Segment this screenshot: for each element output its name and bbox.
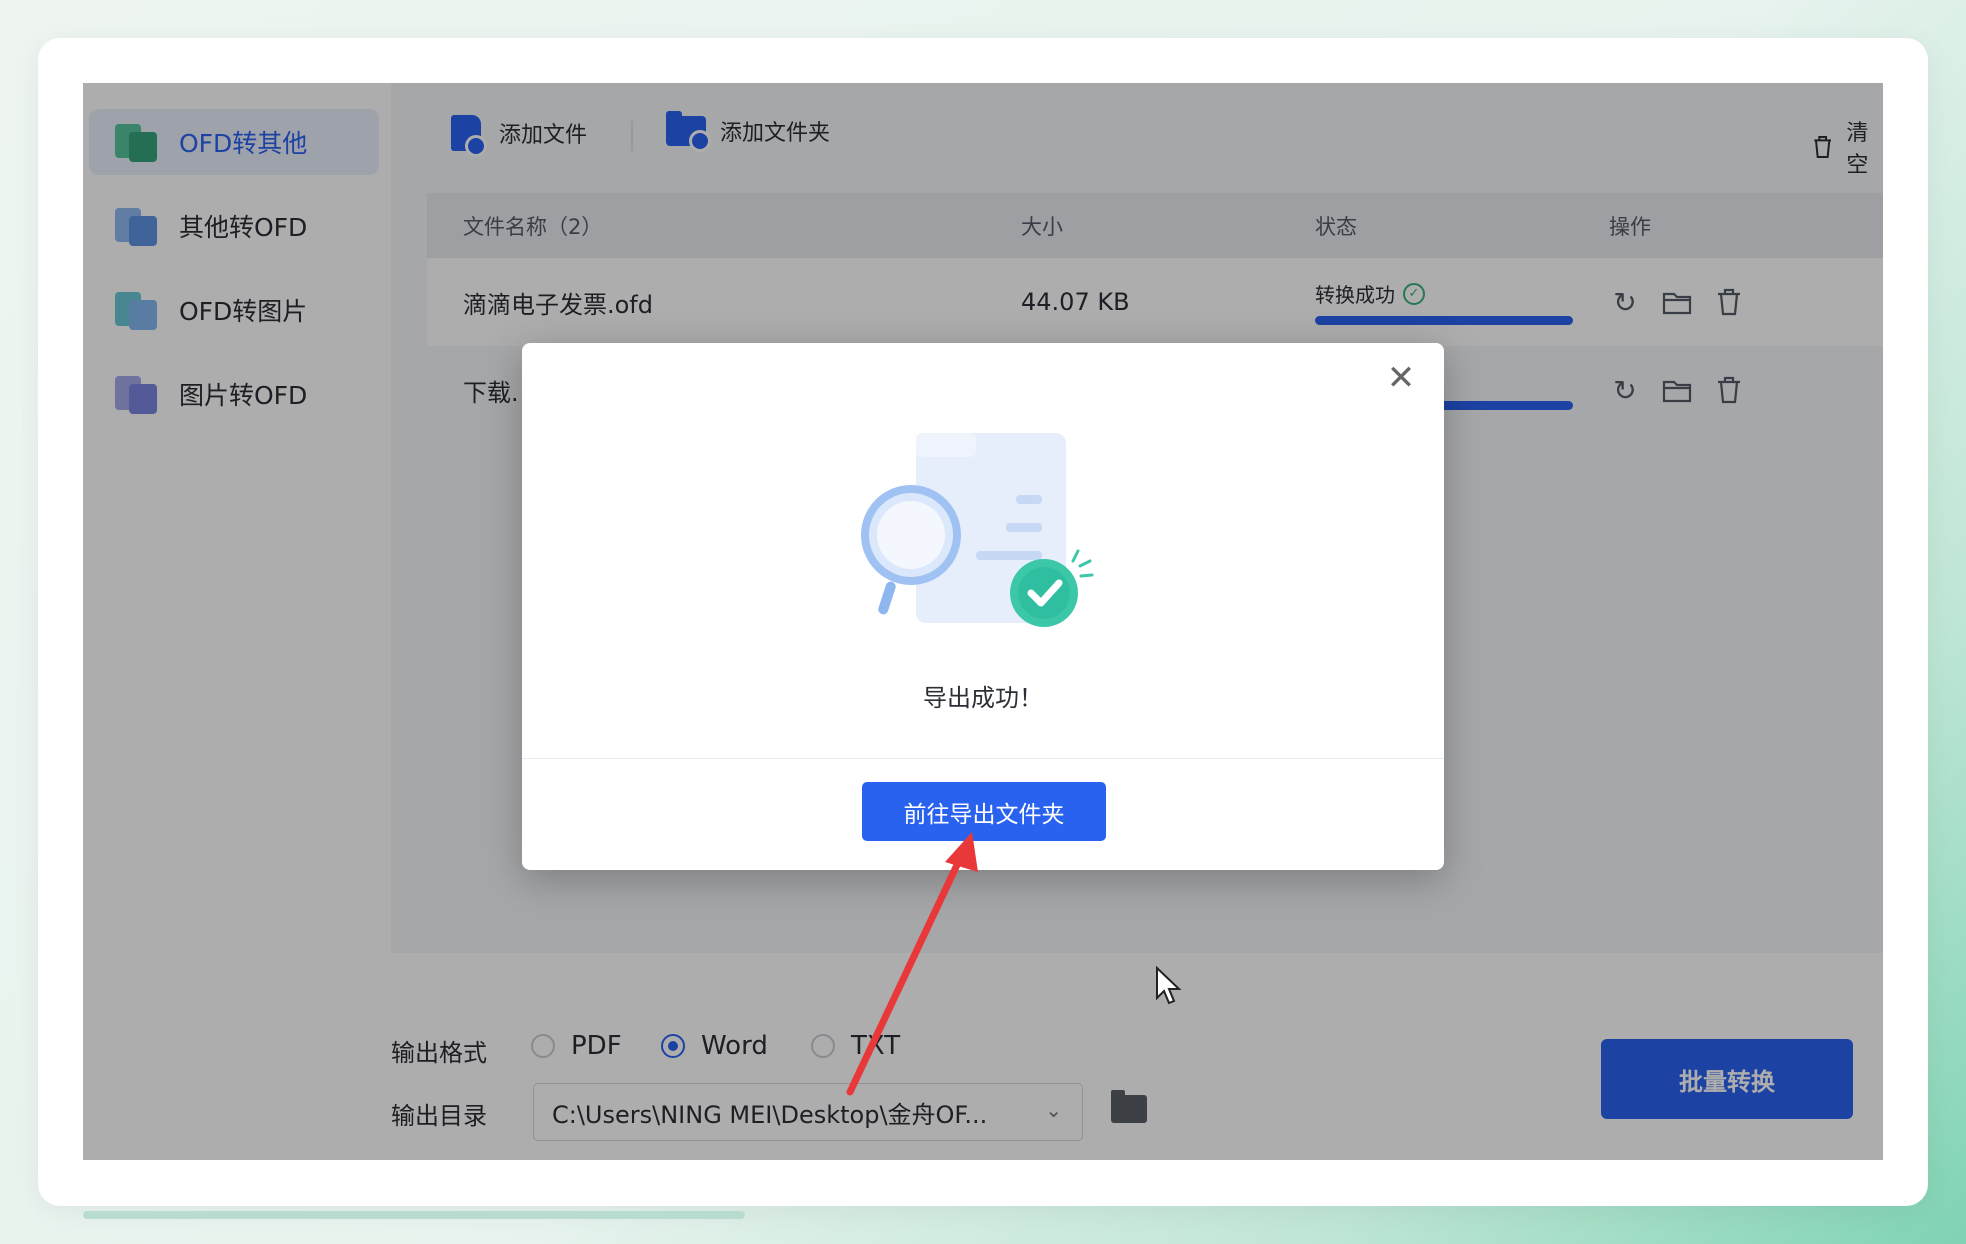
mouse-cursor-icon [1156,966,1182,1005]
horizontal-scrollbar[interactable] [83,1211,745,1219]
annotation-arrow [846,832,978,1096]
